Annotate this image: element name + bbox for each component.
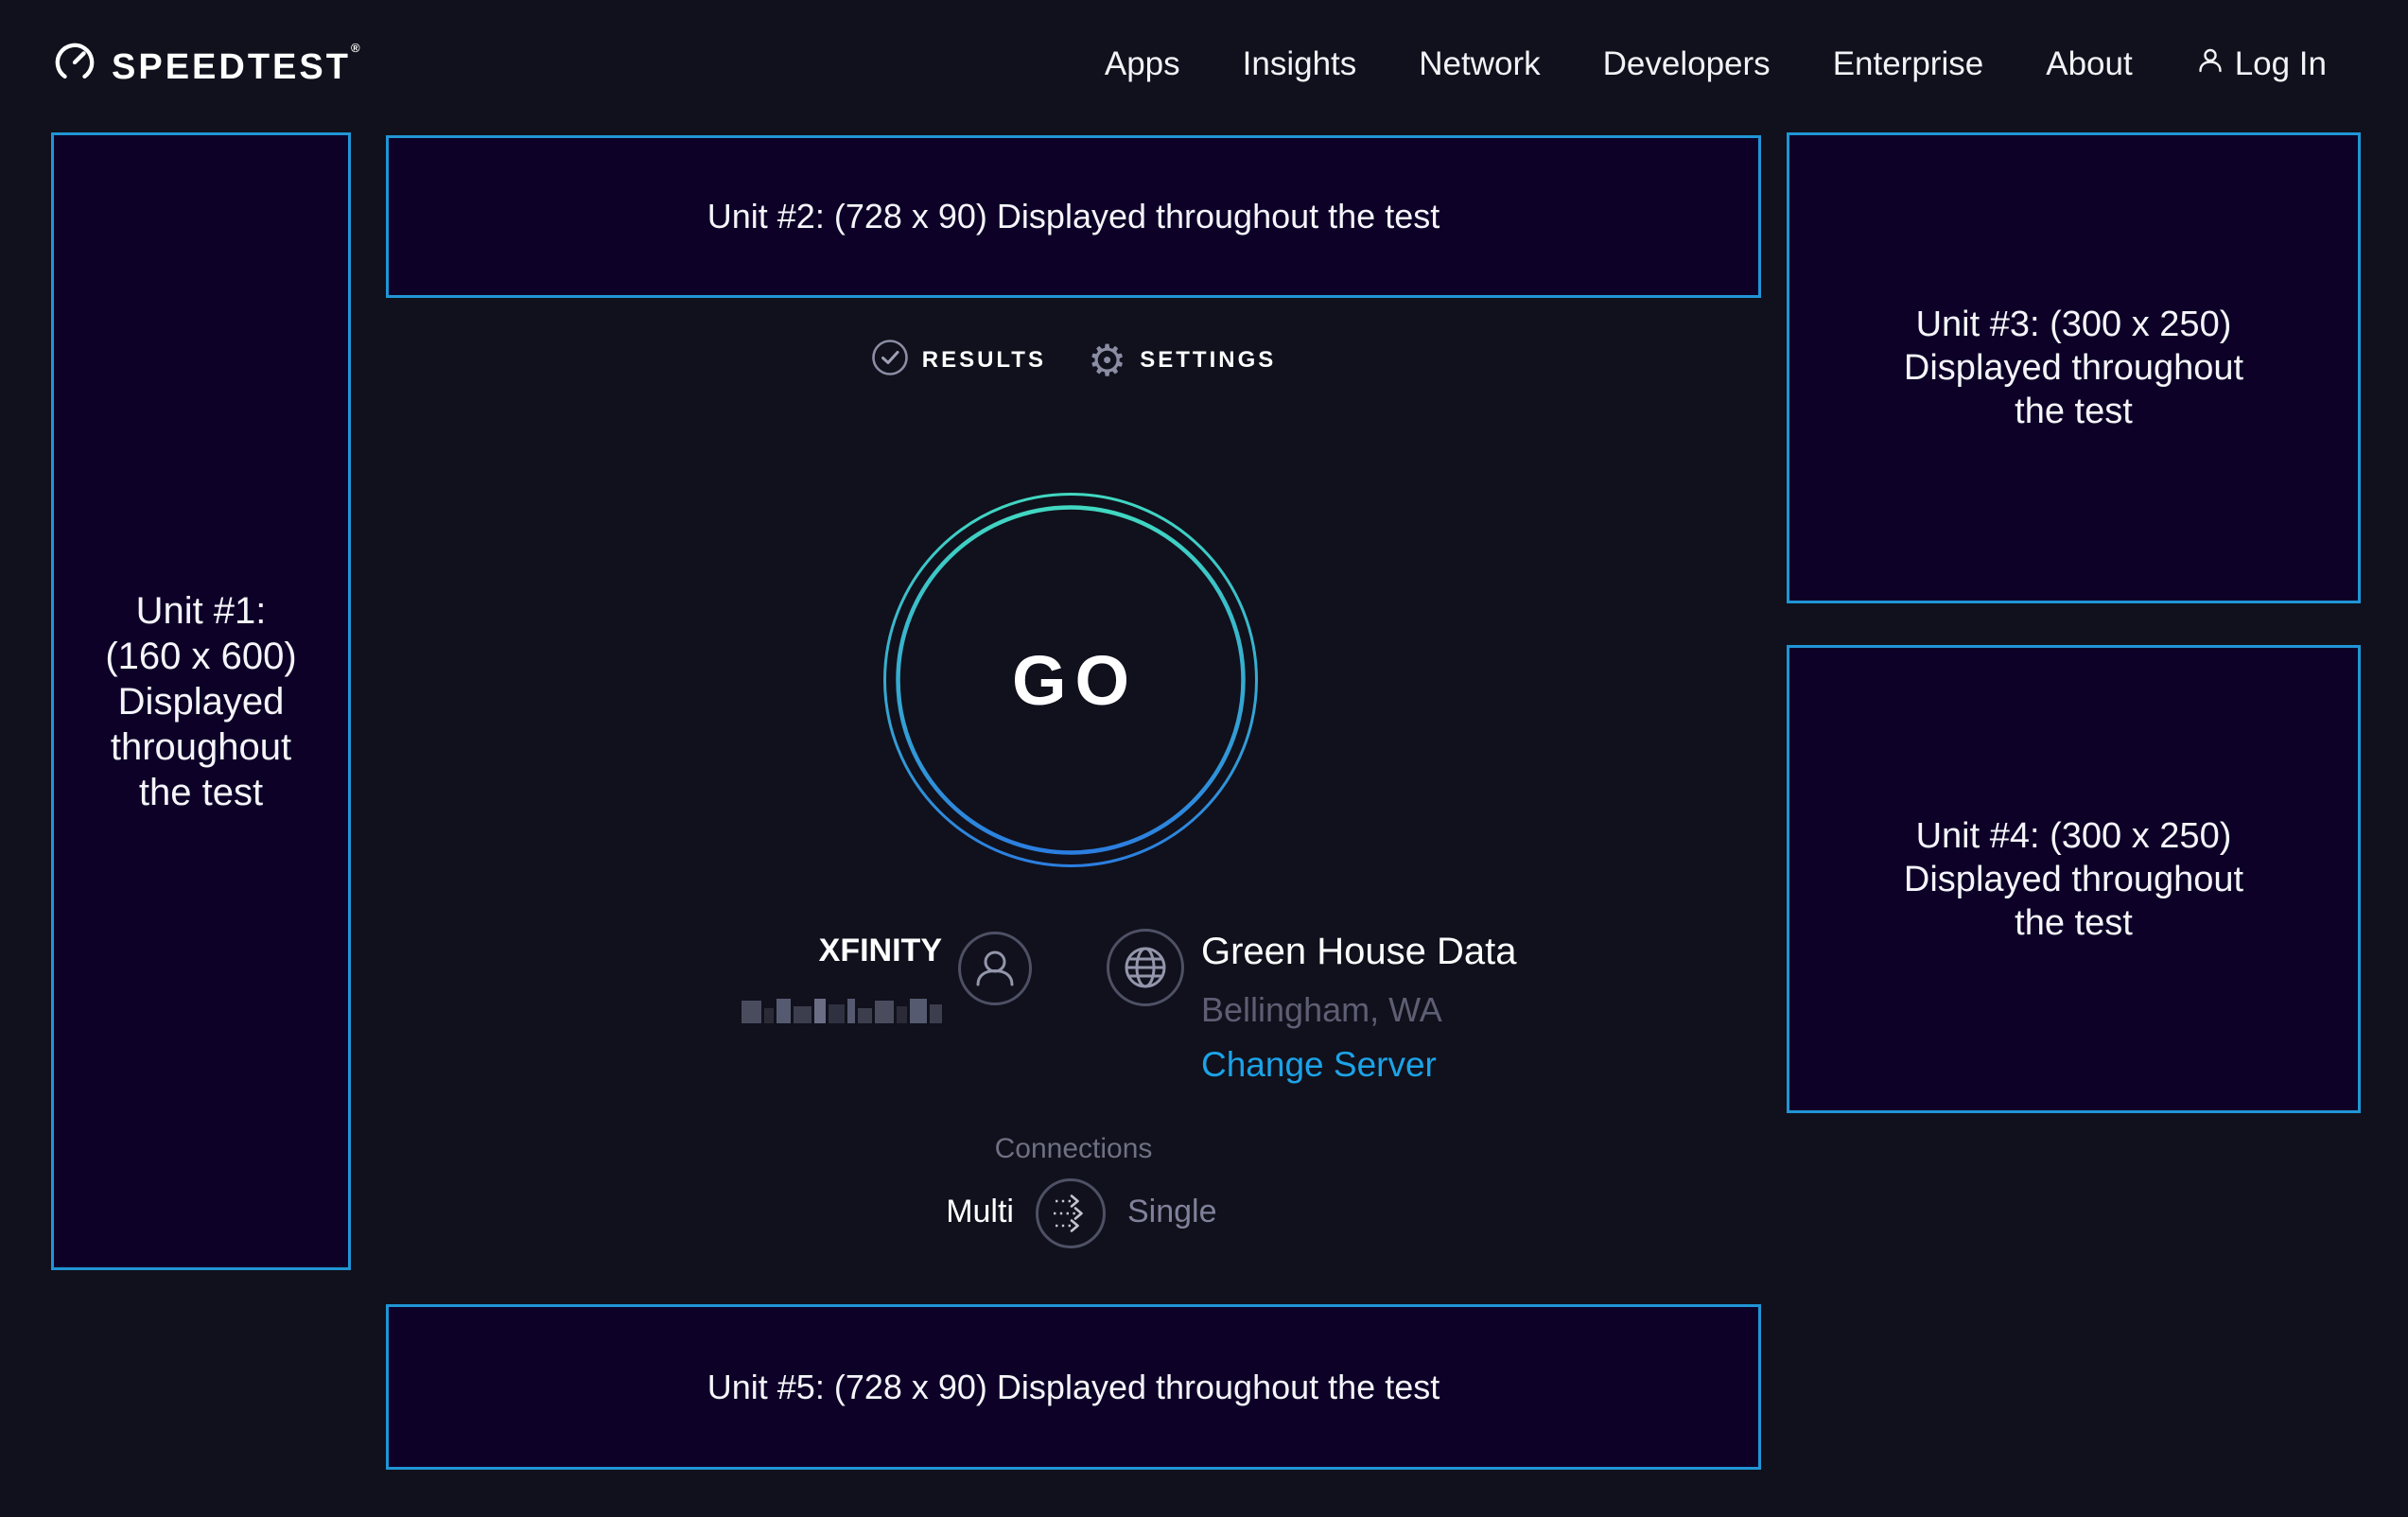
connections-label: Connections (386, 1133, 1761, 1165)
ad-unit-5[interactable]: Unit #5: (728 x 90) Displayed throughout… (386, 1304, 1761, 1470)
connections-toggle[interactable] (1035, 1177, 1107, 1249)
nav-item-about[interactable]: About (2046, 45, 2132, 83)
logo-wordmark: SPEEDTEST® (112, 41, 360, 88)
user-icon (2195, 45, 2225, 84)
ad-unit-1[interactable]: Unit #1: (160 x 600) Displayed throughou… (51, 132, 351, 1270)
ad-unit-3[interactable]: Unit #3: (300 x 250) Displayed throughou… (1787, 132, 2361, 603)
server-name: Green House Data (1201, 931, 1517, 973)
ad-unit-3-text: Unit #3: (300 x 250) Displayed throughou… (1904, 303, 2243, 433)
isp-user-icon (957, 931, 1033, 1011)
log-in-button[interactable]: Log In (2195, 45, 2327, 84)
tab-bar: RESULTS ⚙ SETTINGS (386, 339, 1761, 381)
nav-item-developers[interactable]: Developers (1603, 45, 1771, 83)
tab-settings-label: SETTINGS (1140, 347, 1276, 374)
redacted-isp-details (742, 995, 942, 1023)
tab-results[interactable]: RESULTS (871, 339, 1046, 381)
globe-icon (1106, 928, 1185, 1012)
isp-name: XFINITY (723, 933, 942, 969)
ad-unit-4-text: Unit #4: (300 x 250) Displayed throughou… (1904, 814, 2243, 945)
log-in-label: Log In (2235, 45, 2327, 83)
ad-unit-1-text: Unit #1: (160 x 600) Displayed throughou… (105, 588, 296, 815)
nav-item-network[interactable]: Network (1419, 45, 1540, 83)
header: SPEEDTEST® Apps Insights Network Develop… (0, 0, 2408, 129)
multi-connection-arrows-icon (1035, 1177, 1107, 1249)
tab-settings[interactable]: ⚙ SETTINGS (1088, 339, 1276, 381)
ad-unit-2[interactable]: Unit #2: (728 x 90) Displayed throughout… (386, 135, 1761, 298)
nav-item-enterprise[interactable]: Enterprise (1833, 45, 1984, 83)
nav-item-apps[interactable]: Apps (1105, 45, 1180, 83)
change-server-link[interactable]: Change Server (1201, 1045, 1517, 1085)
tab-results-label: RESULTS (922, 347, 1046, 374)
go-label: GO (881, 491, 1260, 869)
server-info: Green House Data Bellingham, WA Change S… (1201, 931, 1517, 1085)
gear-icon: ⚙ (1088, 344, 1126, 376)
go-button[interactable]: GO (881, 491, 1260, 869)
speedtest-logo[interactable]: SPEEDTEST® (53, 41, 360, 89)
speedometer-icon (53, 41, 96, 89)
main-nav: Apps Insights Network Developers Enterpr… (1105, 45, 2327, 84)
ad-unit-5-text: Unit #5: (728 x 90) Displayed throughout… (707, 1368, 1440, 1407)
registered-mark: ® (351, 41, 360, 55)
connections-single-option[interactable]: Single (1127, 1194, 1217, 1230)
check-circle-icon (871, 339, 909, 381)
connections-multi-option[interactable]: Multi (883, 1194, 1014, 1230)
nav-item-insights[interactable]: Insights (1243, 45, 1357, 83)
ad-unit-4[interactable]: Unit #4: (300 x 250) Displayed throughou… (1787, 645, 2361, 1113)
server-location: Bellingham, WA (1201, 990, 1517, 1030)
ad-unit-2-text: Unit #2: (728 x 90) Displayed throughout… (707, 197, 1440, 236)
